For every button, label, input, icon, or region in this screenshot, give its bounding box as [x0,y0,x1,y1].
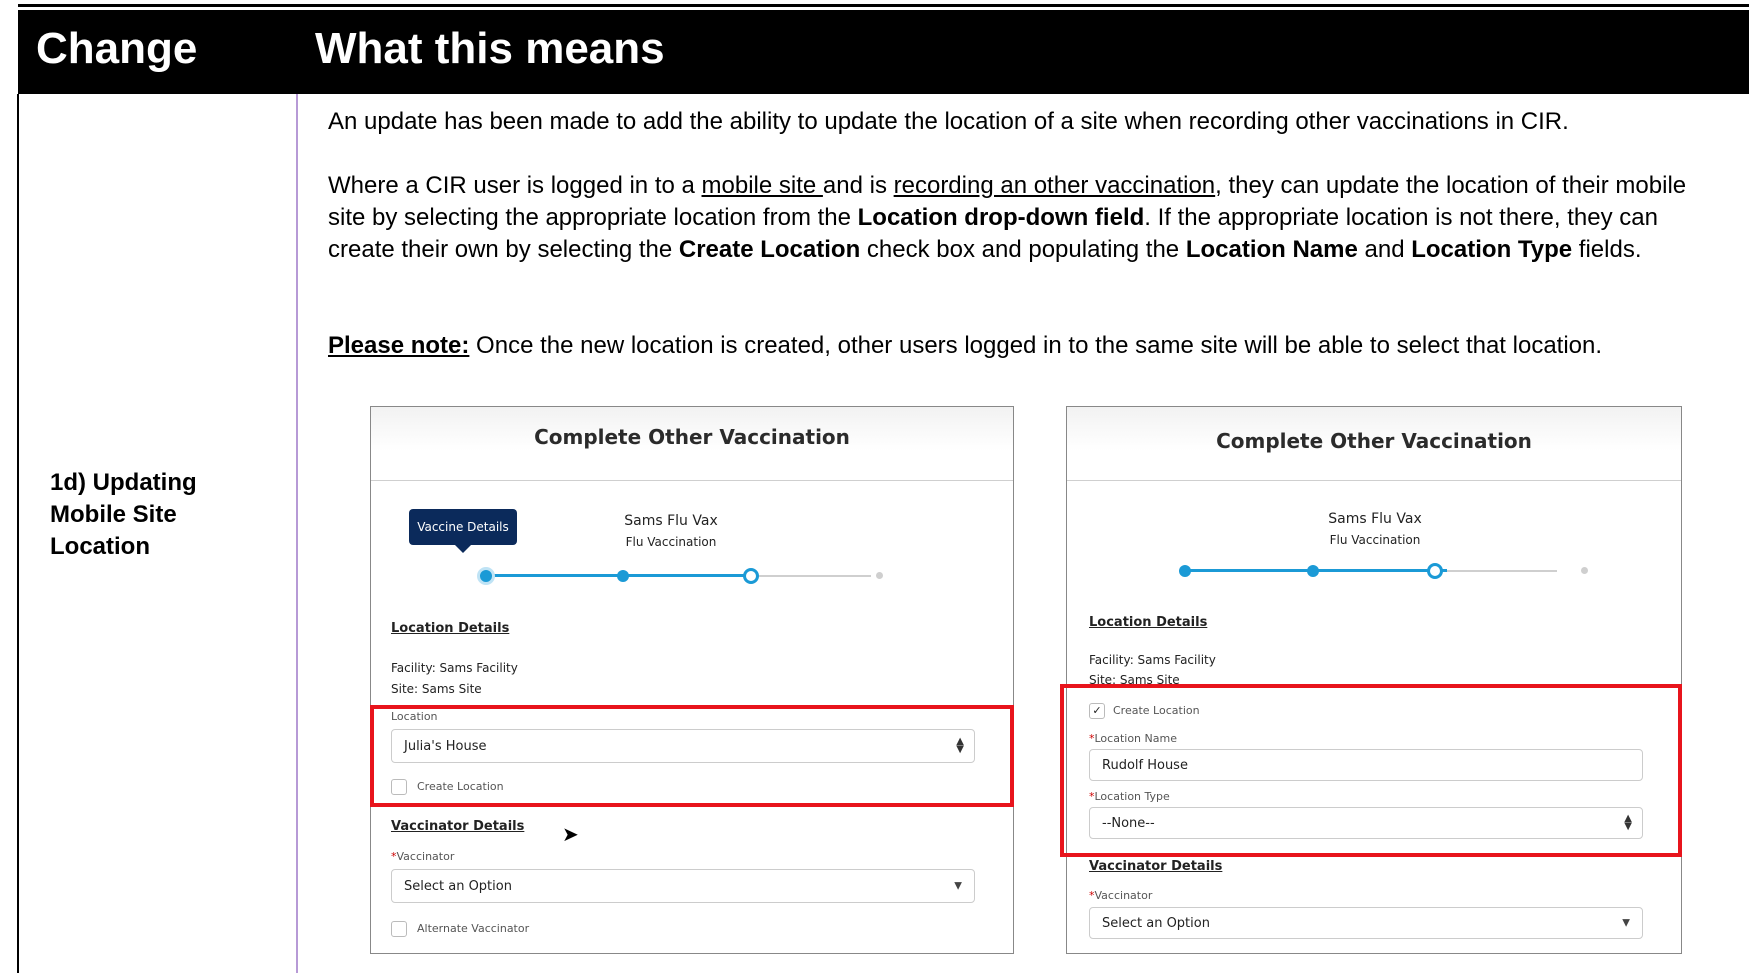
location-dropdown-text: Location drop-down field [857,204,1145,231]
step-current-icon[interactable] [743,568,759,584]
vaccinator-label-text: Vaccinator [396,850,455,863]
description-paragraph-1: An update has been made to add the abili… [328,108,1569,135]
facility-text: Facility: Sams Facility [391,661,518,675]
vaccinator-placeholder: Select an Option [1102,915,1210,931]
column-divider [296,94,298,973]
text-run: check box and populating the [860,236,1186,263]
panel-header: Complete Other Vaccination [1067,407,1681,481]
top-rule [18,4,1749,7]
panel-header: Complete Other Vaccination [371,407,1013,481]
step-current-icon[interactable] [1427,563,1443,579]
text-run: and is [822,172,894,199]
step-complete-icon[interactable] [1307,565,1319,577]
note-label: Please note: [328,332,470,359]
note-text: Once the new location is created, other … [469,332,1603,359]
location-details-heading: Location Details [1089,615,1208,630]
vaccinator-details-heading: Vaccinator Details [1089,859,1223,874]
header-change: Change [36,24,198,73]
step-complete-icon[interactable] [477,567,495,585]
table-header: Change What this means [18,10,1749,94]
left-screenshot-panel: Complete Other Vaccination Vaccine Detai… [370,406,1014,954]
recording-other-vaccination-text: recording an other vaccination [893,172,1216,199]
vaccinator-label: *Vaccinator [1089,889,1152,902]
chevron-down-icon: ▼ [1622,917,1630,929]
alternate-vaccinator-checkbox[interactable] [391,921,407,937]
right-highlight-box [1060,684,1682,857]
vaccinator-select[interactable]: Select an Option ▼ [1089,907,1643,939]
note-paragraph: Please note: Once the new location is cr… [328,330,1728,362]
step-pending-icon[interactable] [1581,567,1588,574]
alternate-vaccinator-label: Alternate Vaccinator [417,922,530,935]
location-name-text: Location Name [1185,236,1358,263]
step-pending-icon[interactable] [876,572,883,579]
vaccinator-label: *Vaccinator [391,850,454,863]
text-run: and [1357,236,1412,263]
facility-text: Facility: Sams Facility [1089,653,1216,667]
right-screenshot-panel: Complete Other Vaccination Sams Flu Vax … [1066,406,1682,954]
vaccine-type: Flu Vaccination [1329,533,1421,547]
site-text: Site: Sams Site [391,682,482,696]
step-complete-icon[interactable] [1179,565,1191,577]
vaccine-type: Flu Vaccination [625,535,717,549]
location-details-heading: Location Details [391,621,510,636]
location-type-text: Location Type [1411,236,1573,263]
left-highlight-box [370,705,1014,807]
text-run: fields. [1572,236,1642,263]
step-complete-icon[interactable] [617,570,629,582]
table-left-border [17,94,19,973]
vaccinator-details-heading: Vaccinator Details [391,819,525,834]
change-label: 1d) Updating Mobile Site Location [50,469,197,560]
panel-title: Complete Other Vaccination [1216,429,1532,453]
mouse-cursor-icon: ➤ [562,824,579,846]
vaccine-name: Sams Flu Vax [624,513,718,529]
chevron-down-icon: ▼ [954,880,962,892]
vaccine-details-tooltip: Vaccine Details [409,509,517,553]
create-location-text: Create Location [678,236,861,263]
vaccinator-placeholder: Select an Option [404,878,512,894]
vaccine-name: Sams Flu Vax [1328,511,1422,527]
mobile-site-text: mobile site [701,172,823,199]
description-paragraph-2: Where a CIR user is logged in to a mobil… [328,170,1728,266]
panel-title: Complete Other Vaccination [534,425,850,449]
text-run: Where a CIR user is logged in to a [328,172,702,199]
vaccinator-select[interactable]: Select an Option ▼ [391,869,975,903]
progress-remaining-line [1447,570,1557,572]
progress-remaining-line [751,575,871,577]
header-what-this-means: What this means [315,24,665,73]
vaccinator-label-text: Vaccinator [1094,889,1153,902]
